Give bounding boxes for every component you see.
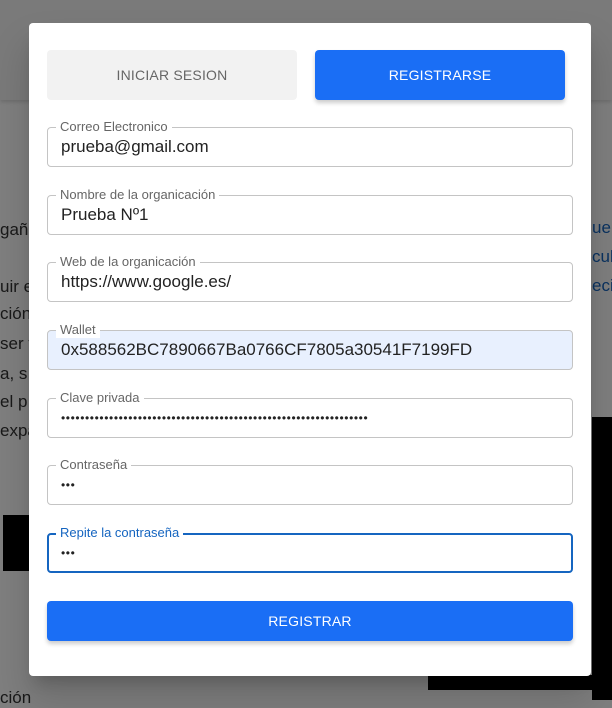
organization-web-field[interactable]: Web de la organicación https://www.googl… — [47, 254, 573, 302]
wallet-field[interactable]: Wallet 0x588562BC7890667Ba0766CF7805a305… — [47, 322, 573, 370]
register-button[interactable]: REGISTRAR — [47, 601, 573, 641]
email-input[interactable]: prueba@gmail.com — [61, 128, 562, 166]
organization-name-field[interactable]: Nombre de la organicación Prueba Nº1 — [47, 187, 573, 235]
private-key-input[interactable]: ••••••••••••••••••••••••••••••••••••••••… — [61, 399, 562, 437]
register-dialog: INICIAR SESION REGISTRARSE Correo Electr… — [29, 23, 591, 676]
email-field[interactable]: Correo Electronico prueba@gmail.com — [47, 119, 573, 167]
organization-name-input[interactable]: Prueba Nº1 — [61, 196, 562, 234]
tab-register[interactable]: REGISTRARSE — [315, 50, 565, 100]
organization-web-input[interactable]: https://www.google.es/ — [61, 263, 562, 301]
repeat-password-input[interactable]: ••• — [61, 535, 561, 571]
password-input[interactable]: ••• — [61, 466, 562, 504]
wallet-input[interactable]: 0x588562BC7890667Ba0766CF7805a30541F7199… — [61, 331, 562, 369]
tab-login[interactable]: INICIAR SESION — [47, 50, 297, 100]
repeat-password-field[interactable]: Repite la contraseña ••• — [47, 525, 573, 573]
private-key-field[interactable]: Clave privada ••••••••••••••••••••••••••… — [47, 390, 573, 438]
password-field[interactable]: Contraseña ••• — [47, 457, 573, 505]
